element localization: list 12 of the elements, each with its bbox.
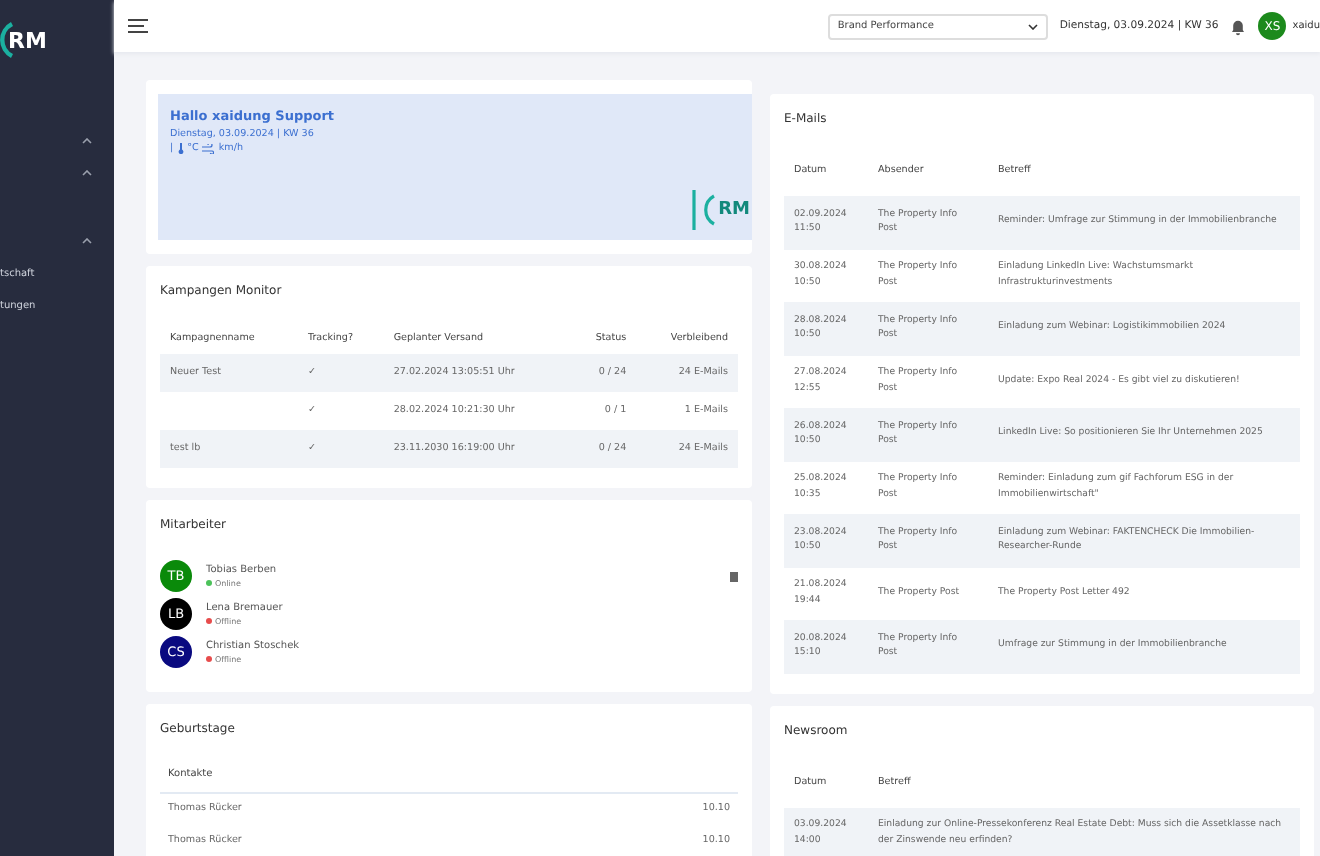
chevron-icon[interactable] [82, 137, 92, 144]
bell-icon[interactable] [1230, 17, 1247, 35]
wind-icon [202, 143, 215, 153]
chevron-icon[interactable] [82, 237, 92, 244]
document-icon[interactable] [730, 571, 738, 581]
thermometer-icon [177, 142, 184, 154]
chevron-down-icon [1027, 23, 1038, 29]
menu-icon[interactable] [128, 18, 148, 34]
logo-ring-icon [692, 188, 717, 232]
logo-text: RM [8, 27, 47, 53]
logo-text: RM [718, 200, 750, 220]
chevron-icon[interactable] [82, 170, 92, 177]
